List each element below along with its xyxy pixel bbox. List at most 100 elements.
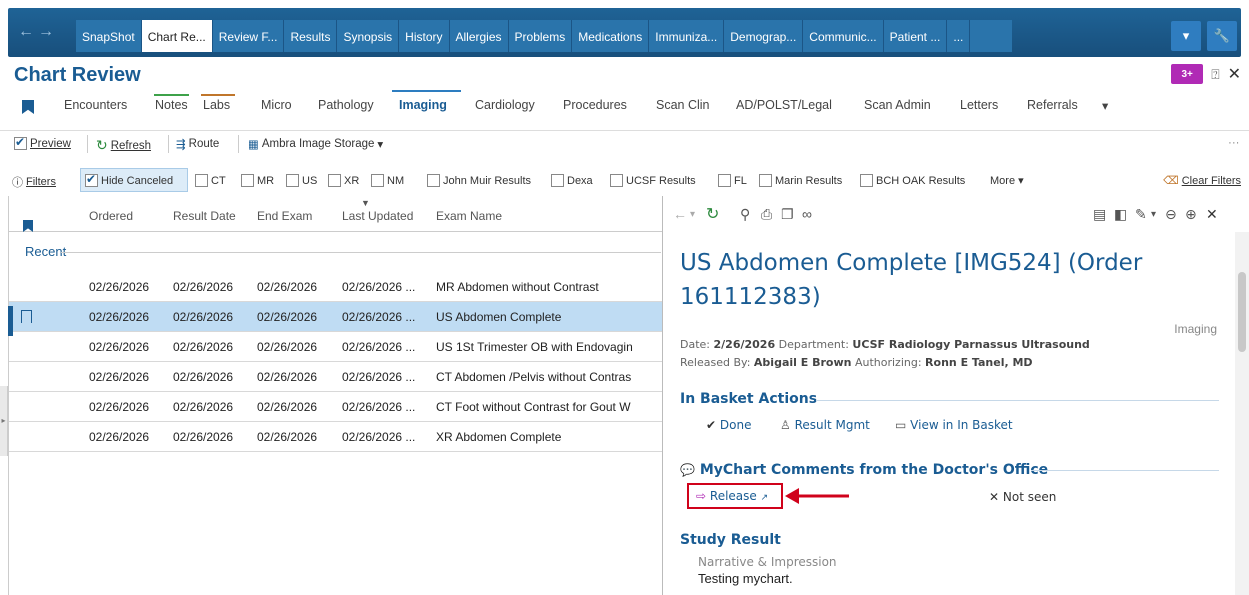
tab-allergies[interactable]: Allergies	[449, 20, 509, 52]
scrollbar-thumb[interactable]	[1238, 272, 1246, 352]
filters-more-button[interactable]: More ▾	[990, 174, 1024, 188]
column-exam-name[interactable]: Exam Name	[436, 209, 502, 223]
link-icon[interactable]: ∞	[802, 206, 812, 222]
toolbar-overflow-icon[interactable]: ···	[1228, 137, 1240, 149]
subtab-notes[interactable]: Notes	[155, 98, 188, 116]
settings-dropdown-icon[interactable]: ▾	[1151, 209, 1156, 220]
copy-icon[interactable]: ❐	[781, 206, 794, 223]
subtab-letters[interactable]: Letters	[960, 98, 998, 116]
filter-xr-checkbox[interactable]	[328, 174, 341, 187]
subtab-encounters[interactable]: Encounters	[64, 98, 127, 116]
ambra-image-storage-button[interactable]: ▦ Ambra Image Storage ▾	[248, 137, 383, 151]
zoom-out-icon[interactable]: ⊖	[1165, 206, 1177, 223]
wrench-icon[interactable]: 🔧	[1207, 21, 1237, 51]
history-dropdown-icon[interactable]: ▾	[690, 209, 695, 220]
column-result-date[interactable]: Result Date	[173, 209, 236, 223]
filter-dexa-checkbox[interactable]	[551, 174, 564, 187]
zoom-in-icon[interactable]: ⊕	[1185, 206, 1197, 223]
preview-checkbox[interactable]	[14, 135, 27, 150]
filter-mr[interactable]: MR	[241, 174, 274, 187]
hide-canceled-filter[interactable]: Hide Canceled	[85, 172, 173, 187]
layout-vertical-icon[interactable]: ◧	[1114, 206, 1127, 223]
column-ordered[interactable]: Ordered	[89, 209, 133, 223]
close-icon[interactable]: ✕	[1228, 64, 1241, 84]
table-row[interactable]: 02/26/2026 02/26/2026 02/26/2026 02/26/2…	[9, 272, 663, 302]
filter-marin-checkbox[interactable]	[759, 174, 772, 187]
row-flag-icon[interactable]	[21, 310, 32, 323]
subtab-cardiology[interactable]: Cardiology	[475, 98, 535, 116]
filter-nm[interactable]: NM	[371, 174, 404, 187]
sidebar-badge-button[interactable]: 3+	[1171, 64, 1204, 84]
filter-marin[interactable]: Marin Results	[759, 174, 842, 187]
table-row-selected[interactable]: 02/26/2026 02/26/2026 02/26/2026 02/26/2…	[9, 302, 663, 332]
filter-bch-oak[interactable]: BCH OAK Results	[860, 174, 965, 187]
subtab-imaging[interactable]: Imaging	[399, 98, 447, 116]
filter-dexa[interactable]: Dexa	[551, 174, 593, 187]
tab-communications[interactable]: Communic...	[803, 20, 884, 52]
tab-chart-review[interactable]: Chart Re...	[141, 20, 213, 52]
filter-ucsf[interactable]: UCSF Results	[610, 174, 696, 187]
table-row[interactable]: 02/26/2026 02/26/2026 02/26/2026 02/26/2…	[9, 362, 663, 392]
tab-snapshot[interactable]: SnapShot	[76, 20, 142, 52]
result-mgmt-button[interactable]: ♙ Result Mgmt	[780, 418, 870, 432]
back-forward-arrows[interactable]: ←→	[18, 23, 58, 41]
filters-button[interactable]: ⓘ Filters	[12, 174, 56, 190]
preview-toggle[interactable]: Preview	[14, 135, 71, 150]
filter-xr[interactable]: XR	[328, 174, 359, 187]
report-scrollbar[interactable]	[1235, 232, 1249, 595]
close-preview-icon[interactable]: ✕	[1206, 206, 1218, 223]
filter-fl-checkbox[interactable]	[718, 174, 731, 187]
print-icon[interactable]: ⎙	[761, 206, 772, 223]
subtab-pathology[interactable]: Pathology	[318, 98, 374, 116]
subtab-scan-clin[interactable]: Scan Clin	[656, 98, 710, 116]
filter-ct[interactable]: CT	[195, 174, 226, 187]
table-row[interactable]: 02/26/2026 02/26/2026 02/26/2026 02/26/2…	[9, 392, 663, 422]
refresh-button[interactable]: ↻ Refresh	[96, 137, 151, 154]
done-button[interactable]: ✔ Done	[706, 418, 751, 432]
sidebar-collapse-handle[interactable]: ▸	[0, 386, 8, 456]
tab-synopsis[interactable]: Synopsis	[337, 20, 400, 52]
filter-mr-checkbox[interactable]	[241, 174, 254, 187]
view-in-basket-button[interactable]: ▭ View in In Basket	[895, 418, 1013, 432]
subtab-ad-polst-legal[interactable]: AD/POLST/Legal	[736, 98, 832, 116]
release-button[interactable]: ⇨ Release ↗	[696, 489, 768, 503]
subtab-scan-admin[interactable]: Scan Admin	[864, 98, 931, 116]
tab-immunizations[interactable]: Immuniza...	[649, 20, 725, 52]
tab-medications[interactable]: Medications	[572, 20, 650, 52]
filter-ucsf-checkbox[interactable]	[610, 174, 623, 187]
layout-horizontal-icon[interactable]: ▤	[1093, 206, 1106, 223]
tab-results[interactable]: Results	[284, 20, 338, 52]
back-arrow-icon[interactable]: ←	[673, 206, 687, 222]
subtabs-more-chevron-icon[interactable]: ▾	[1102, 98, 1108, 117]
route-button[interactable]: ⇶ Route	[176, 137, 219, 151]
column-end-exam[interactable]: End Exam	[257, 209, 312, 223]
tab-review-flowsheet[interactable]: Review F...	[212, 20, 285, 52]
tab-more[interactable]: ...	[947, 20, 971, 52]
table-row[interactable]: 02/26/2026 02/26/2026 02/26/2026 02/26/2…	[9, 332, 663, 362]
column-last-updated[interactable]: Last Updated	[342, 209, 413, 223]
subtab-procedures[interactable]: Procedures	[563, 98, 627, 116]
filter-fl[interactable]: FL	[718, 174, 747, 187]
filter-bch-oak-checkbox[interactable]	[860, 174, 873, 187]
tab-patient[interactable]: Patient ...	[883, 20, 948, 52]
help-icon[interactable]: ⍰	[1211, 66, 1219, 83]
menu-dropdown-button[interactable]: ▾	[1171, 21, 1201, 51]
find-icon[interactable]: ⚲	[740, 206, 750, 223]
filter-us-checkbox[interactable]	[286, 174, 299, 187]
table-row[interactable]: 02/26/2026 02/26/2026 02/26/2026 02/26/2…	[9, 422, 663, 452]
filter-john-muir[interactable]: John Muir Results	[427, 174, 531, 187]
tab-demographics[interactable]: Demograp...	[724, 20, 804, 52]
tab-problems[interactable]: Problems	[508, 20, 573, 52]
subtab-micro[interactable]: Micro	[261, 98, 292, 116]
tab-history[interactable]: History	[399, 20, 450, 52]
filter-nm-checkbox[interactable]	[371, 174, 384, 187]
settings-wrench-icon[interactable]: ✎	[1135, 206, 1147, 223]
clear-filters-button[interactable]: ⌫ Clear Filters	[1163, 174, 1241, 187]
hide-canceled-checkbox[interactable]	[85, 172, 98, 187]
filter-ct-checkbox[interactable]	[195, 174, 208, 187]
filter-us[interactable]: US	[286, 174, 317, 187]
subtab-labs[interactable]: Labs	[203, 98, 230, 116]
bookmark-icon[interactable]	[22, 100, 34, 114]
refresh-report-icon[interactable]: ↻	[706, 204, 719, 224]
subtab-referrals[interactable]: Referrals	[1027, 98, 1078, 116]
